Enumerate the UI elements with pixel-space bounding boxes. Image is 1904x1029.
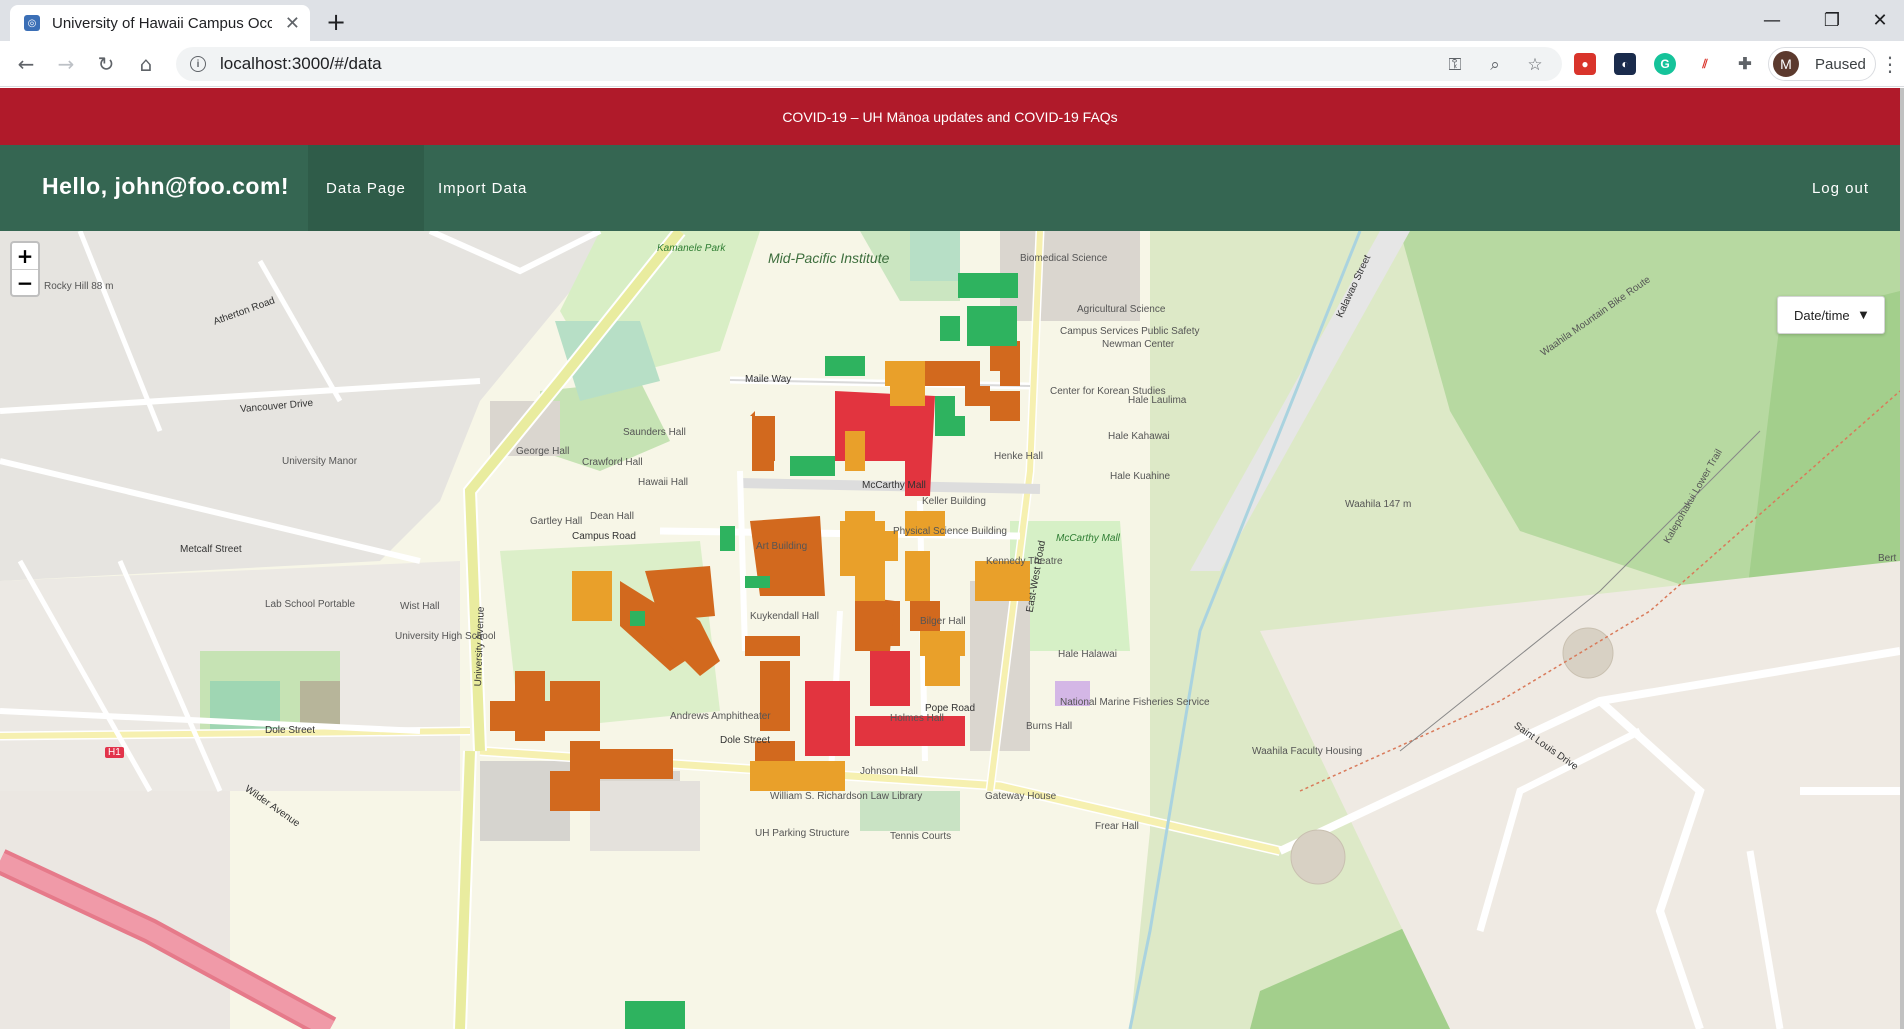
extension-red-icon[interactable]: ● xyxy=(1574,53,1596,75)
map-label-rocky-hill: Rocky Hill 88 m xyxy=(44,281,114,292)
forward-icon[interactable]: → xyxy=(52,50,80,78)
map-label-hale-kuahine: Hale Kuahine xyxy=(1110,471,1171,482)
browser-toolbar: ← → ↻ ⌂ i localhost:3000/#/data ⚿ ⌕ ☆ ● … xyxy=(0,41,1904,87)
map-label-kennedy-theatre: Kennedy Theatre xyxy=(986,556,1063,567)
map-label-frear: Frear Hall xyxy=(1095,821,1139,832)
map-label-kamanele: Kamanele Park xyxy=(657,243,726,254)
caret-down-icon: ▼ xyxy=(1859,309,1868,321)
zoom-in-button[interactable]: + xyxy=(12,243,38,269)
zoom-out-button[interactable]: − xyxy=(12,269,38,295)
home-icon[interactable]: ⌂ xyxy=(132,50,160,78)
star-icon[interactable]: ☆ xyxy=(1524,54,1546,76)
date-time-dropdown[interactable]: Date/time ▼ xyxy=(1777,296,1885,334)
tab-title: University of Hawaii Campus Occ xyxy=(52,14,272,32)
map-label-saunders: Saunders Hall xyxy=(623,427,686,438)
map-label-keller: Keller Building xyxy=(922,496,986,507)
map-label-johnson-hall: Johnson Hall xyxy=(860,766,918,777)
map-label-campus-services: Campus Services Public Safety xyxy=(1060,326,1200,337)
map-label-bilger: Bilger Hall xyxy=(920,616,966,627)
map-label-mccarthy-mall-green: McCarthy Mall xyxy=(1056,533,1120,544)
more-menu-icon[interactable]: ⋮ xyxy=(1880,50,1900,78)
profile-status: Paused xyxy=(1815,55,1866,73)
url-text: localhost:3000/#/data xyxy=(220,54,382,73)
map-label-hawaii-hall: Hawaii Hall xyxy=(638,477,689,488)
top-navbar: Hello, john@foo.com! Data Page Import Da… xyxy=(0,145,1900,231)
h1-shield: H1 xyxy=(105,747,124,758)
campus-map[interactable]: Mid-Pacific Institute Biomedical Science… xyxy=(0,231,1900,1029)
close-tab-icon[interactable]: ✕ xyxy=(285,13,300,34)
map-label-maile-way: Maile Way xyxy=(745,374,792,385)
map-label-andrews: Andrews Amphitheater xyxy=(670,711,771,722)
nav-import-data[interactable]: Import Data xyxy=(420,145,545,231)
zoom-control: + − xyxy=(10,241,40,297)
profile-button[interactable]: M Paused xyxy=(1768,47,1876,81)
reload-icon[interactable]: ↻ xyxy=(92,50,120,78)
map-label-uh-parking: UH Parking Structure xyxy=(755,828,850,839)
puzzle-icon[interactable]: ✚ xyxy=(1734,53,1756,75)
date-time-label: Date/time xyxy=(1794,307,1850,323)
browser-tab[interactable]: ◎ University of Hawaii Campus Occ ✕ xyxy=(10,5,310,41)
close-window-button[interactable]: ✕ xyxy=(1860,6,1900,34)
map-label-hale-kahawai: Hale Kahawai xyxy=(1108,431,1170,442)
browser-tab-bar: ◎ University of Hawaii Campus Occ ✕ + — … xyxy=(0,0,1904,41)
extension-stripe-icon[interactable]: ⫽ xyxy=(1694,53,1716,75)
address-bar[interactable]: i localhost:3000/#/data ⚿ ⌕ ☆ xyxy=(176,47,1562,81)
greeting: Hello, john@foo.com! xyxy=(42,173,290,199)
map-label-dean-hall: Dean Hall xyxy=(590,511,634,522)
maximize-button[interactable]: ❐ xyxy=(1812,6,1852,34)
map-tiles xyxy=(0,231,1900,1029)
map-label-hale-laulima: Hale Laulima xyxy=(1128,395,1187,406)
globe-icon: ◎ xyxy=(24,15,40,31)
logout-label: Log out xyxy=(1811,179,1869,197)
map-label-art-building: Art Building xyxy=(756,541,808,552)
map-label-bert: Bert xyxy=(1878,553,1897,564)
map-label-george-hall: George Hall xyxy=(516,446,570,457)
map-label-lab-school: Lab School Portable xyxy=(265,599,356,610)
new-tab-button[interactable]: + xyxy=(322,8,350,36)
grammarly-icon[interactable]: G xyxy=(1654,53,1676,75)
map-label-uh-high: University High School xyxy=(395,631,496,642)
map-label-newman: Newman Center xyxy=(1102,339,1175,350)
map-label-kuykendall: Kuykendall Hall xyxy=(750,611,819,622)
covid-banner[interactable]: COVID-19 – UH Mānoa updates and COVID-19… xyxy=(0,88,1900,145)
logout-link[interactable]: Log out xyxy=(1812,145,1869,231)
map-label-gateway: Gateway House xyxy=(985,791,1057,802)
map-label-wist: Wist Hall xyxy=(400,601,440,612)
extension-dark-icon[interactable]: ◐ xyxy=(1614,53,1636,75)
back-icon[interactable]: ← xyxy=(12,50,40,78)
map-label-dole-street: Dole Street xyxy=(265,725,316,736)
map-label-waahila-housing: Waahila Faculty Housing xyxy=(1252,746,1363,757)
map-label-biomedical: Biomedical Science xyxy=(1020,253,1108,264)
page-scrollbar[interactable] xyxy=(1900,88,1904,1029)
avatar: M xyxy=(1773,51,1799,77)
map-label-burns: Burns Hall xyxy=(1026,721,1073,732)
map-label-physical-science: Physical Science Building xyxy=(893,526,1007,537)
map-label-campus-road: Campus Road xyxy=(572,531,636,542)
map-label-dole-street-2: Dole Street xyxy=(720,735,771,746)
covid-banner-text[interactable]: COVID-19 – UH Mānoa updates and COVID-19… xyxy=(782,109,1117,125)
map-label-holmes: Holmes Hall xyxy=(890,713,944,724)
map-label-hale-halawai: Hale Halawai xyxy=(1058,649,1117,660)
zoom-icon[interactable]: ⌕ xyxy=(1484,54,1506,76)
map-label-waahila-peak: Waahila 147 m xyxy=(1345,499,1412,510)
map-label-metcalf: Metcalf Street xyxy=(180,544,242,555)
map-label-nmfs: National Marine Fisheries Service xyxy=(1060,697,1210,708)
map-label-crawford: Crawford Hall xyxy=(582,457,643,468)
map-label-mccarthy-mall: McCarthy Mall xyxy=(862,480,926,491)
nav-item-label: Data Page xyxy=(326,179,406,197)
map-label-agricultural: Agricultural Science xyxy=(1077,304,1166,315)
map-label-tennis: Tennis Courts xyxy=(890,831,952,842)
nav-data-page[interactable]: Data Page xyxy=(308,145,424,231)
minimize-button[interactable]: — xyxy=(1752,6,1792,34)
map-label-gartley: Gartley Hall xyxy=(530,516,583,527)
map-label-henke: Henke Hall xyxy=(994,451,1043,462)
info-icon[interactable]: i xyxy=(190,56,206,72)
key-icon[interactable]: ⚿ xyxy=(1444,54,1466,76)
map-label-mid-pacific: Mid-Pacific Institute xyxy=(768,250,890,266)
map-label-university-manor: University Manor xyxy=(282,456,358,467)
map-label-law-library: William S. Richardson Law Library xyxy=(770,791,923,802)
nav-item-label: Import Data xyxy=(438,179,528,197)
